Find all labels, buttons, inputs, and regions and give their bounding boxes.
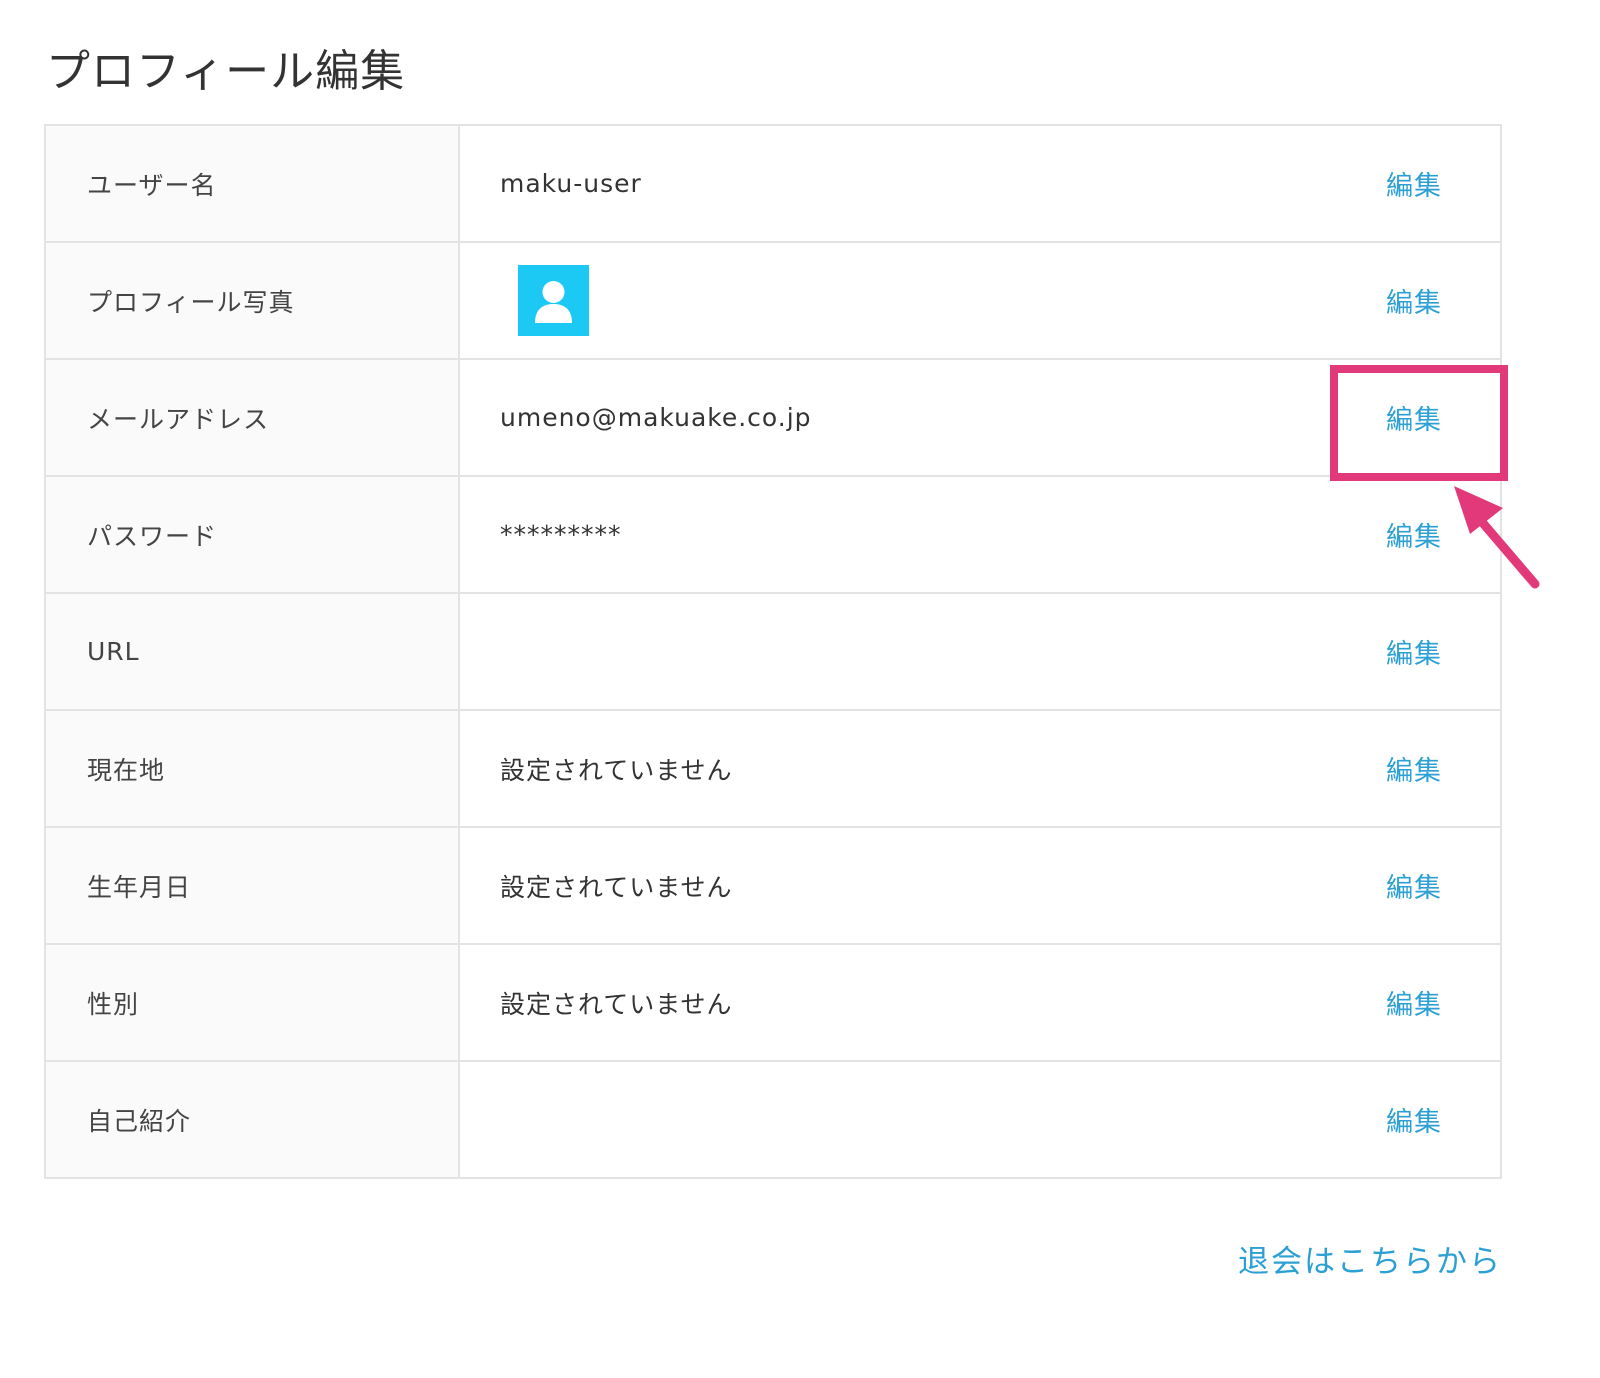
row-birthday: 生年月日 設定されていません 編集: [45, 826, 1501, 944]
profile-table: ユーザー名 maku-user 編集 プロフィール写真 編集 メールアドレス u…: [44, 124, 1502, 1179]
avatar: [518, 265, 589, 336]
password-value: *********: [459, 475, 1242, 593]
row-label: 現在地: [45, 709, 460, 827]
edit-username-link[interactable]: 編集: [1386, 171, 1442, 202]
email-value: umeno@makuake.co.jp: [459, 358, 1242, 476]
row-label: ユーザー名: [45, 125, 460, 242]
row-label: 性別: [45, 943, 460, 1061]
edit-profile-photo-link[interactable]: 編集: [1386, 288, 1442, 319]
user-silhouette-icon: [535, 281, 572, 323]
row-gender: 性別 設定されていません 編集: [45, 943, 1501, 1061]
row-password: パスワード ********* 編集: [45, 475, 1501, 593]
edit-password-link[interactable]: 編集: [1386, 522, 1442, 553]
row-location: 現在地 設定されていません 編集: [45, 709, 1501, 827]
birthday-value: 設定されていません: [459, 826, 1242, 944]
row-email: メールアドレス umeno@makuake.co.jp 編集: [45, 358, 1501, 476]
url-value: [459, 592, 1242, 710]
row-label: メールアドレス: [45, 358, 460, 476]
profile-photo-value: [459, 241, 1242, 359]
bio-value: [459, 1060, 1242, 1178]
gender-value: 設定されていません: [459, 943, 1242, 1061]
row-label: パスワード: [45, 475, 460, 593]
row-bio: 自己紹介 編集: [45, 1060, 1501, 1178]
row-label: プロフィール写真: [45, 241, 460, 359]
row-profile-photo: プロフィール写真 編集: [45, 241, 1501, 359]
withdraw-link[interactable]: 退会はこちらから: [1238, 1236, 1502, 1281]
edit-birthday-link[interactable]: 編集: [1386, 873, 1442, 904]
edit-url-link[interactable]: 編集: [1386, 639, 1442, 670]
row-username: ユーザー名 maku-user 編集: [45, 125, 1501, 242]
row-label: 生年月日: [45, 826, 460, 944]
edit-bio-link[interactable]: 編集: [1386, 1107, 1442, 1138]
row-url: URL 編集: [45, 592, 1501, 710]
page-title: プロフィール編集: [46, 46, 406, 97]
edit-location-link[interactable]: 編集: [1386, 756, 1442, 787]
row-label: URL: [45, 592, 460, 710]
edit-email-link[interactable]: 編集: [1386, 405, 1442, 436]
username-value: maku-user: [500, 169, 642, 198]
location-value: 設定されていません: [459, 709, 1242, 827]
edit-gender-link[interactable]: 編集: [1386, 990, 1442, 1021]
row-label: 自己紹介: [45, 1060, 460, 1178]
